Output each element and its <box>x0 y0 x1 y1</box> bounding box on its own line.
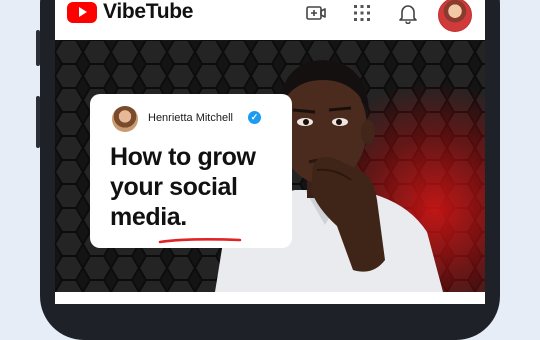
creator-avatar[interactable] <box>112 106 138 132</box>
video-headline: How to grow your social media. <box>110 142 290 232</box>
headline-line: media. <box>110 203 187 231</box>
content-below-thumbnail <box>55 292 485 304</box>
phone-screen: VibeTube Henrietta Mitchell ✓ How to gro… <box>55 0 485 304</box>
video-thumbnail[interactable]: Henrietta Mitchell ✓ How to grow your so… <box>55 40 485 292</box>
user-avatar[interactable] <box>438 0 472 32</box>
create-video-icon[interactable] <box>305 2 327 24</box>
apps-grid-icon[interactable] <box>351 2 373 24</box>
creator-name[interactable]: Henrietta Mitchell <box>148 112 233 124</box>
headline-line: your social <box>110 173 238 201</box>
title-card: Henrietta Mitchell ✓ How to grow your so… <box>90 94 292 248</box>
verified-check-icon: ✓ <box>248 111 261 124</box>
app-header: VibeTube <box>55 0 485 40</box>
play-logo-icon[interactable] <box>67 2 97 23</box>
headline-line: How to grow <box>110 143 256 171</box>
app-logo-text[interactable]: VibeTube <box>103 0 193 24</box>
highlight-underline <box>158 238 242 244</box>
phone-side-button <box>36 30 40 66</box>
bell-icon[interactable] <box>397 2 419 24</box>
phone-side-button <box>36 96 40 148</box>
